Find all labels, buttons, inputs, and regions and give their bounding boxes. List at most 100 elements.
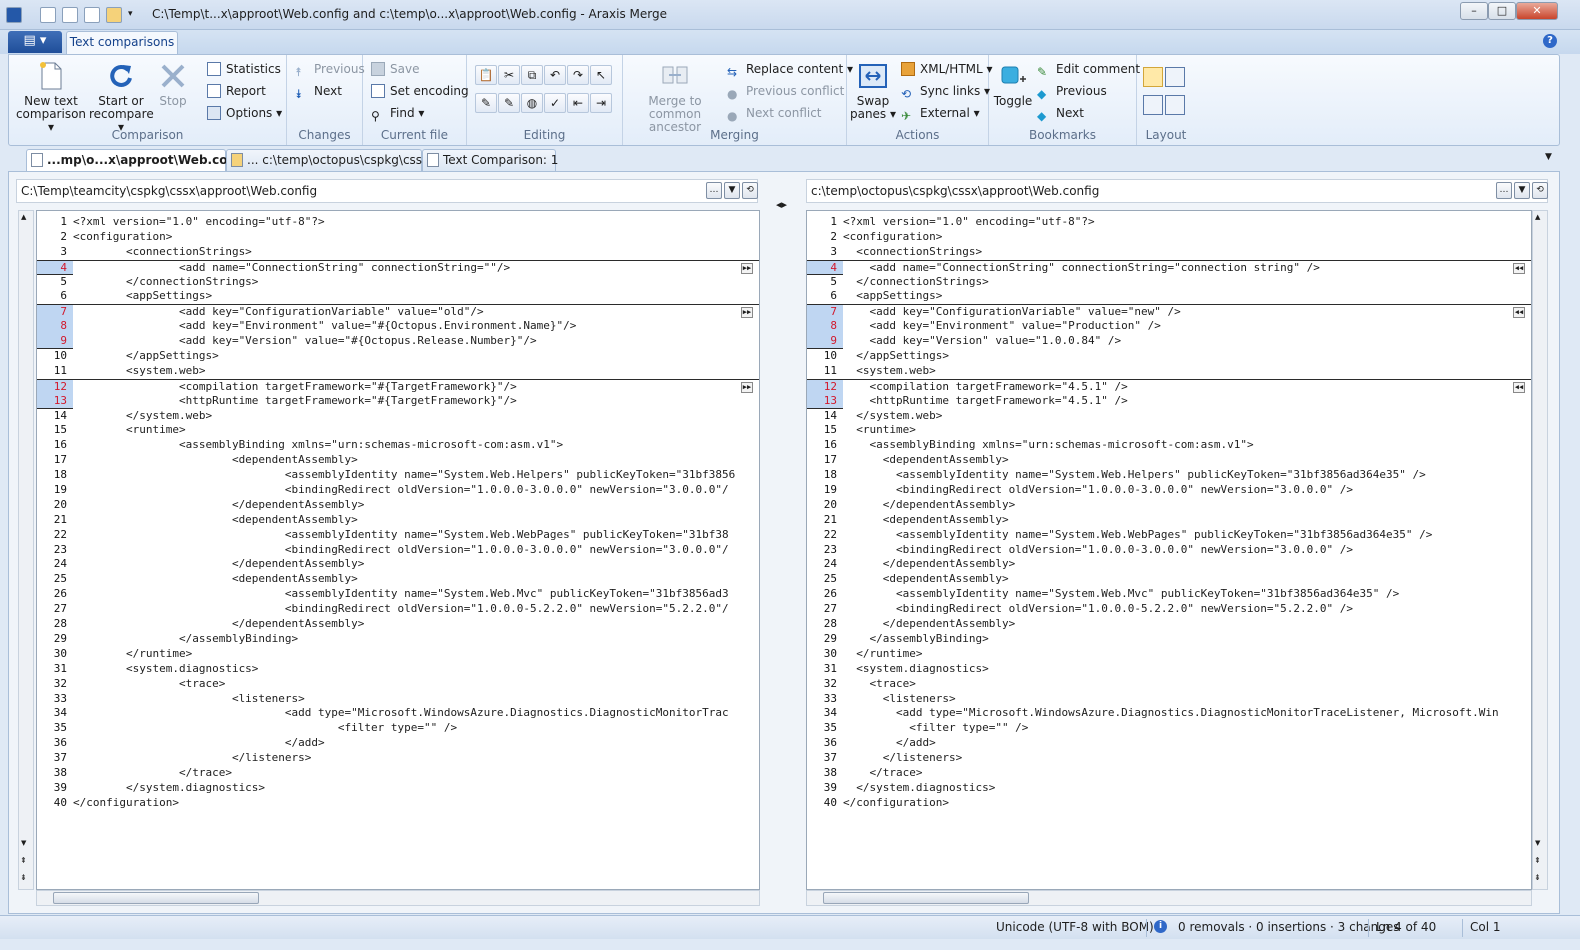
external-button[interactable]: ✈ External ▾ (901, 103, 980, 123)
left-code-line[interactable]: 36 </add> (37, 736, 759, 751)
right-vertical-scrollbar[interactable]: ▲ ▼ ⇞ ⇟ (1532, 210, 1548, 890)
left-vertical-scrollbar[interactable]: ▲ ▼ ⇞ ⇟ (18, 210, 34, 890)
right-code-line[interactable]: 4 <add name="ConnectionString" connectio… (807, 259, 1531, 276)
left-code-line[interactable]: 6 <appSettings> (37, 289, 759, 304)
tab-text-comparisons[interactable]: Text comparisons (66, 31, 178, 55)
right-code-line[interactable]: 22 <assemblyIdentity name="System.Web.We… (807, 528, 1531, 543)
right-code-line[interactable]: 10 </appSettings> (807, 349, 1531, 364)
right-code-line[interactable]: 19 <bindingRedirect oldVersion="1.0.0.0-… (807, 483, 1531, 498)
right-code-line[interactable]: 15 <runtime> (807, 423, 1531, 438)
merge-right-icon[interactable]: ▶▶ (741, 381, 753, 393)
left-code-line[interactable]: 10 </appSettings> (37, 349, 759, 364)
left-code-line[interactable]: 9 <add key="Version" value="#{Octopus.Re… (37, 334, 759, 350)
left-code-line[interactable]: 39 </system.diagnostics> (37, 781, 759, 796)
left-code-line[interactable]: 3 <connectionStrings> (37, 245, 759, 260)
left-code-line[interactable]: 17 <dependentAssembly> (37, 453, 759, 468)
left-code-line[interactable]: 26 <assemblyIdentity name="System.Web.Mv… (37, 587, 759, 602)
right-browse-button[interactable]: … (1496, 182, 1512, 199)
right-horizontal-scrollbar[interactable] (806, 890, 1532, 906)
scroll-down-icon[interactable]: ▼ (21, 839, 26, 847)
edit-mark-icon[interactable]: ✓ (544, 93, 566, 113)
scroll-up-icon[interactable]: ▲ (1535, 213, 1540, 221)
right-code-line[interactable]: 37 </listeners> (807, 751, 1531, 766)
right-code-line[interactable]: 14 </system.web> (807, 409, 1531, 424)
right-code-line[interactable]: 38 </trace> (807, 766, 1531, 781)
set-encoding-button[interactable]: Set encoding (371, 81, 469, 101)
help-icon[interactable]: ? (1543, 34, 1557, 48)
save-button[interactable]: Save (371, 59, 419, 79)
previous-change-button[interactable]: ⯭ Previous (295, 59, 365, 79)
left-code-line[interactable]: 40 </configuration> (37, 796, 759, 811)
left-code-line[interactable]: 30 </runtime> (37, 647, 759, 662)
right-code-line[interactable]: 32 <trace> (807, 677, 1531, 692)
right-code-line[interactable]: 13 <httpRuntime targetFramework="4.5.1" … (807, 393, 1531, 409)
right-code-line[interactable]: 7 <add key="ConfigurationVariable" value… (807, 304, 1531, 321)
new-binary-compare-icon[interactable] (84, 7, 100, 23)
left-code-line[interactable]: 25 <dependentAssembly> (37, 572, 759, 587)
find-button[interactable]: ⚲ Find ▾ (371, 103, 424, 123)
next-bookmark-button[interactable]: ◆ Next (1037, 103, 1084, 123)
right-code-line[interactable]: 24 </dependentAssembly> (807, 557, 1531, 572)
right-code-line[interactable]: 9 <add key="Version" value="1.0.0.84" /> (807, 334, 1531, 350)
report-button[interactable]: Report (207, 81, 266, 101)
left-code-line[interactable]: 34 <add type="Microsoft.WindowsAzure.Dia… (37, 706, 759, 721)
left-history-dropdown[interactable]: ▼ (724, 182, 740, 199)
right-code-line[interactable]: 6 <appSettings> (807, 289, 1531, 304)
left-horizontal-scrollbar[interactable] (36, 890, 760, 906)
left-code-line[interactable]: 15 <runtime> (37, 423, 759, 438)
merge-left-icon[interactable]: ◀◀ (1513, 262, 1525, 274)
options-button[interactable]: Options ▾ (207, 103, 282, 123)
right-code-line[interactable]: 21 <dependentAssembly> (807, 513, 1531, 528)
right-code-line[interactable]: 39 </system.diagnostics> (807, 781, 1531, 796)
next-change-scroll-icon[interactable]: ⇟ (20, 873, 27, 882)
left-browse-button[interactable]: … (706, 182, 722, 199)
left-code-line[interactable]: 14 </system.web> (37, 409, 759, 424)
right-code-line[interactable]: 29 </assemblyBinding> (807, 632, 1531, 647)
prev-change-scroll-icon[interactable]: ⇞ (20, 856, 27, 865)
status-encoding[interactable]: Unicode (UTF-8 with BOM) (996, 920, 1154, 934)
right-code-pane[interactable]: 1 <?xml version="1.0" encoding="utf-8"?> 2… (806, 210, 1532, 890)
new-folder-compare-icon[interactable] (62, 7, 78, 23)
left-code-line[interactable]: 24 </dependentAssembly> (37, 557, 759, 572)
tab-list-dropdown-icon[interactable]: ▼ (1545, 152, 1552, 162)
right-code-line[interactable]: 36 </add> (807, 736, 1531, 751)
right-path-field[interactable]: c:\temp\octopus\cspkg\cssx\approot\Web.c… (806, 179, 1548, 203)
mark-icon[interactable]: ✎ (498, 93, 520, 113)
prev-change-scroll-icon[interactable]: ⇞ (1534, 856, 1541, 865)
left-reload-button[interactable]: ⟲ (742, 182, 758, 199)
next-conflict-button[interactable]: ● Next conflict (727, 103, 822, 123)
layout-horizontal-icon[interactable] (1143, 95, 1163, 115)
cut-icon[interactable]: ✂ (498, 65, 520, 85)
left-code-line[interactable]: 31 <system.diagnostics> (37, 662, 759, 677)
layout-horizontal-alt-icon[interactable] (1165, 95, 1185, 115)
left-hscroll-thumb[interactable] (53, 892, 259, 904)
left-path-field[interactable]: C:\Temp\teamcity\cspkg\cssx\approot\Web.… (16, 179, 758, 203)
left-code-line[interactable]: 4 <add name="ConnectionString" connectio… (37, 259, 759, 276)
right-code-line[interactable]: 28 </dependentAssembly> (807, 617, 1531, 632)
left-code-line[interactable]: 33 <listeners> (37, 692, 759, 707)
undo-icon[interactable]: ↶ (544, 65, 566, 85)
stop-button[interactable]: Stop (153, 57, 193, 108)
left-code-line[interactable]: 32 <trace> (37, 677, 759, 692)
right-code-line[interactable]: 27 <bindingRedirect oldVersion="1.0.0.0-… (807, 602, 1531, 617)
left-code-line[interactable]: 7 <add key="ConfigurationVariable" value… (37, 304, 759, 321)
minimize-button[interactable]: – (1460, 2, 1488, 20)
left-code-line[interactable]: 22 <assemblyIdentity name="System.Web.We… (37, 528, 759, 543)
right-code-line[interactable]: 18 <assemblyIdentity name="System.Web.He… (807, 468, 1531, 483)
left-code-line[interactable]: 12 <compilation targetFramework="#{Targe… (37, 378, 759, 395)
right-code-line[interactable]: 1 <?xml version="1.0" encoding="utf-8"?> (807, 215, 1531, 230)
scroll-up-icon[interactable]: ▲ (21, 213, 26, 221)
doc-tab-text-comparison[interactable]: Text Comparison: 1 (422, 149, 558, 171)
left-code-line[interactable]: 18 <assemblyIdentity name="System.Web.He… (37, 468, 759, 483)
right-code-line[interactable]: 8 <add key="Environment" value="Producti… (807, 319, 1531, 335)
merge-to-common-ancestor-button[interactable]: Merge to common ancestor (627, 57, 723, 134)
right-code-line[interactable]: 12 <compilation targetFramework="4.5.1" … (807, 378, 1531, 395)
open-folder-icon[interactable] (106, 7, 122, 23)
close-button[interactable]: ✕ (1516, 2, 1558, 20)
left-code-line[interactable]: 38 </trace> (37, 766, 759, 781)
edit-comment-button[interactable]: ✎ Edit comment (1037, 59, 1140, 79)
replace-content-button[interactable]: ⇆ Replace content ▾ (727, 59, 853, 79)
xml-html-button[interactable]: XML/HTML ▾ (901, 59, 993, 79)
left-code-line[interactable]: 21 <dependentAssembly> (37, 513, 759, 528)
merge-left-icon[interactable]: ◀◀ (1513, 381, 1525, 393)
